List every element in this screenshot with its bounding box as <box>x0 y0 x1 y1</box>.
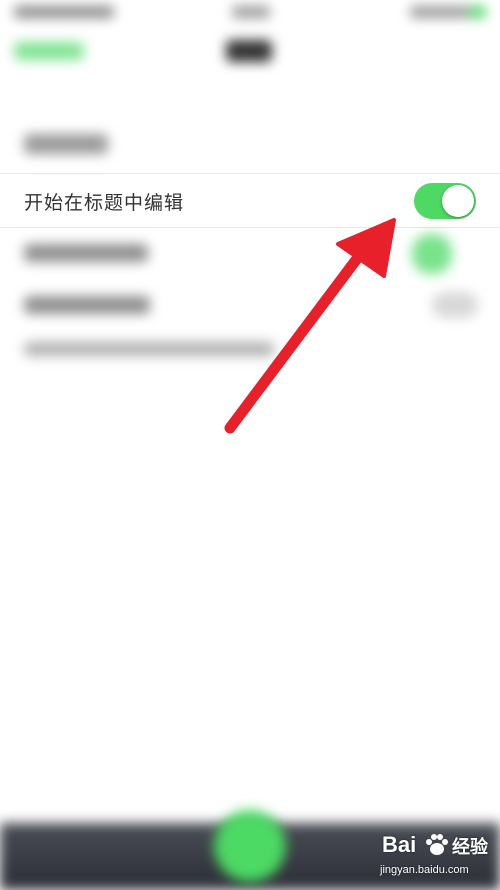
back-button[interactable] <box>14 42 84 60</box>
status-indicators <box>410 6 470 18</box>
watermark-brand-cn: 经验 <box>452 837 488 858</box>
settings-row-label <box>24 244 148 262</box>
settings-row-edit-in-title[interactable]: 开始在标题中编辑 <box>0 173 500 228</box>
settings-row-label <box>24 296 150 314</box>
toggle-knob <box>442 185 474 217</box>
toggle-switch[interactable] <box>432 292 478 318</box>
status-time <box>232 6 270 18</box>
edit-in-title-toggle[interactable] <box>414 183 476 219</box>
toggle-switch[interactable] <box>412 234 452 274</box>
battery-icon <box>470 6 486 18</box>
page-title <box>226 40 272 62</box>
navigation-bar <box>0 28 500 78</box>
baidu-jingyan-watermark: Bai 经验 jingyan.baidu.com <box>380 832 498 886</box>
baidu-paw-icon <box>426 834 448 855</box>
status-carrier <box>14 6 114 18</box>
settings-footnote <box>24 342 274 356</box>
arrow-head <box>336 218 396 278</box>
watermark-brand: Bai <box>382 832 417 857</box>
status-bar <box>0 0 500 26</box>
section-header <box>24 134 108 154</box>
settings-row-label: 开始在标题中编辑 <box>24 192 185 214</box>
arrow-shaft <box>224 246 368 434</box>
watermark-url: jingyan.baidu.com <box>380 864 469 876</box>
bottom-action-button[interactable] <box>214 810 286 882</box>
